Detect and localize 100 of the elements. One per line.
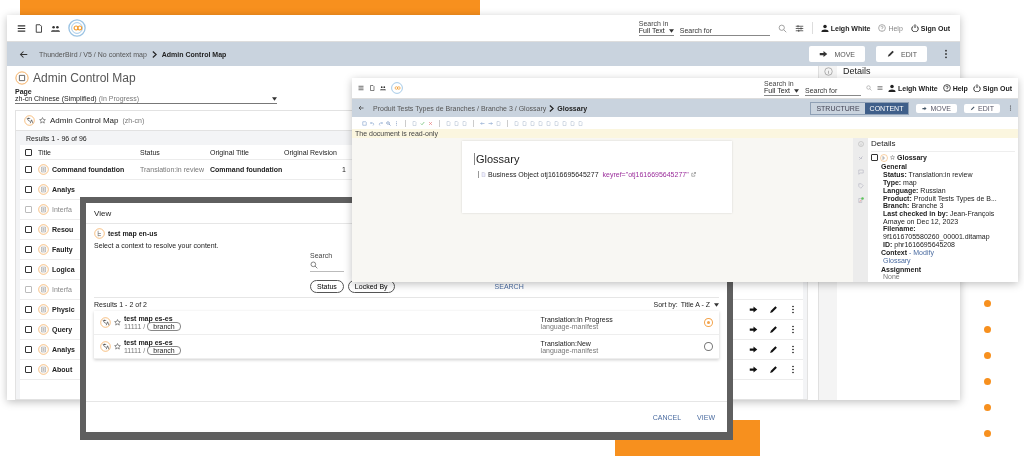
- pencil-icon[interactable]: [769, 365, 778, 374]
- decorative-dot: [984, 430, 991, 437]
- translate-icon: [100, 317, 111, 328]
- row-checkbox[interactable]: [24, 346, 32, 353]
- undo-icon[interactable]: [370, 120, 375, 126]
- tag-icon[interactable]: [857, 183, 864, 189]
- check-icon[interactable]: [420, 120, 425, 126]
- map-icon: [880, 153, 888, 162]
- row-checkbox[interactable]: [24, 326, 32, 333]
- decorative-dot: [984, 404, 991, 411]
- arrow-icon: [922, 105, 928, 111]
- item-checkbox[interactable]: [871, 154, 878, 162]
- filter-icon[interactable]: [794, 23, 804, 33]
- row-checkbox[interactable]: [24, 226, 32, 233]
- info-icon[interactable]: [857, 141, 864, 147]
- row-checkbox[interactable]: [24, 366, 32, 373]
- more-icon[interactable]: [394, 120, 399, 126]
- arrow-icon[interactable]: [749, 345, 758, 354]
- map-icon: [15, 71, 29, 85]
- pencil-icon: [886, 50, 896, 58]
- row-checkbox[interactable]: [24, 186, 32, 193]
- arrow-icon[interactable]: [749, 325, 758, 334]
- arrow-left-icon[interactable]: [480, 120, 485, 126]
- details-title: Details: [871, 139, 1015, 152]
- topic-icon: [38, 184, 49, 195]
- topic-icon: [38, 364, 49, 375]
- translate-icon: [24, 115, 35, 126]
- star-icon[interactable]: [39, 117, 46, 124]
- cross-icon[interactable]: [428, 120, 433, 126]
- topic-icon: [38, 204, 49, 215]
- pencil-icon[interactable]: [769, 305, 778, 314]
- topic-icon: [38, 164, 49, 175]
- back-arrow-icon[interactable]: [358, 105, 364, 111]
- arrow-icon[interactable]: [749, 305, 758, 314]
- menu-icon[interactable]: [17, 23, 26, 33]
- topic-icon: [38, 244, 49, 255]
- decorative-dot: [984, 300, 991, 307]
- logo-icon[interactable]: [68, 19, 86, 37]
- page-title: Admin Control Map: [33, 71, 136, 85]
- kebab-icon[interactable]: [944, 49, 948, 59]
- arrow-icon: [819, 50, 829, 58]
- search-icon[interactable]: [386, 120, 391, 126]
- save-icon[interactable]: [362, 120, 367, 126]
- translate-icon: [100, 341, 111, 352]
- star-icon[interactable]: [890, 155, 895, 161]
- row-checkbox[interactable]: [24, 246, 32, 253]
- pencil-icon[interactable]: [769, 325, 778, 334]
- help-icon: [878, 24, 887, 32]
- search-icon: [310, 261, 318, 269]
- info-icon[interactable]: [823, 67, 833, 76]
- row-checkbox[interactable]: [24, 166, 32, 173]
- help-icon: [942, 84, 951, 92]
- map-title: Admin Control Map: [50, 116, 119, 125]
- arrow-icon[interactable]: [749, 365, 758, 374]
- user-icon: [888, 84, 896, 92]
- caret-icon: [794, 88, 799, 93]
- details-title: Details: [842, 66, 871, 76]
- back-arrow-icon[interactable]: [19, 49, 28, 59]
- search-icon[interactable]: [777, 23, 787, 33]
- decorative-dot: [984, 378, 991, 385]
- arrow-right-icon[interactable]: [488, 120, 493, 126]
- document-icon: [481, 172, 486, 177]
- logo-icon[interactable]: [391, 82, 403, 94]
- document-icon[interactable]: [34, 23, 43, 33]
- comment-icon[interactable]: [857, 169, 864, 175]
- document-icon[interactable]: [369, 85, 375, 91]
- document-title: Glossary: [474, 153, 520, 165]
- people-icon[interactable]: [51, 23, 60, 33]
- external-link-icon[interactable]: [690, 172, 696, 177]
- caret-icon: [668, 28, 674, 33]
- topic-icon: [38, 224, 49, 235]
- search-field[interactable]: [310, 259, 344, 272]
- row-checkbox[interactable]: [24, 266, 32, 273]
- redo-icon[interactable]: [378, 120, 383, 126]
- search-icon[interactable]: [866, 85, 872, 91]
- star-icon[interactable]: [114, 319, 121, 326]
- caret-icon: [272, 96, 277, 101]
- link-icon[interactable]: [857, 155, 864, 161]
- chevron-right-icon: [549, 104, 555, 112]
- topic-icon: [38, 264, 49, 275]
- pencil-icon: [970, 105, 976, 111]
- power-icon: [972, 84, 981, 92]
- topic-icon: [38, 304, 49, 315]
- radio-button[interactable]: [704, 342, 713, 351]
- topic-icon: [38, 284, 49, 295]
- topic-icon: [38, 344, 49, 355]
- radio-button[interactable]: [704, 318, 713, 327]
- task-icon[interactable]: [857, 197, 864, 203]
- decorative-dot: [984, 326, 991, 333]
- select-all-checkbox[interactable]: [24, 148, 32, 156]
- caret-icon: [714, 302, 719, 307]
- user-icon: [820, 24, 829, 32]
- people-icon[interactable]: [380, 85, 386, 91]
- topic-icon: [38, 324, 49, 335]
- pencil-icon[interactable]: [769, 345, 778, 354]
- map-icon: [94, 228, 105, 239]
- chevron-right-icon: [151, 50, 157, 58]
- star-icon[interactable]: [114, 343, 121, 350]
- row-checkbox[interactable]: [24, 306, 32, 313]
- decorative-dot: [984, 352, 991, 359]
